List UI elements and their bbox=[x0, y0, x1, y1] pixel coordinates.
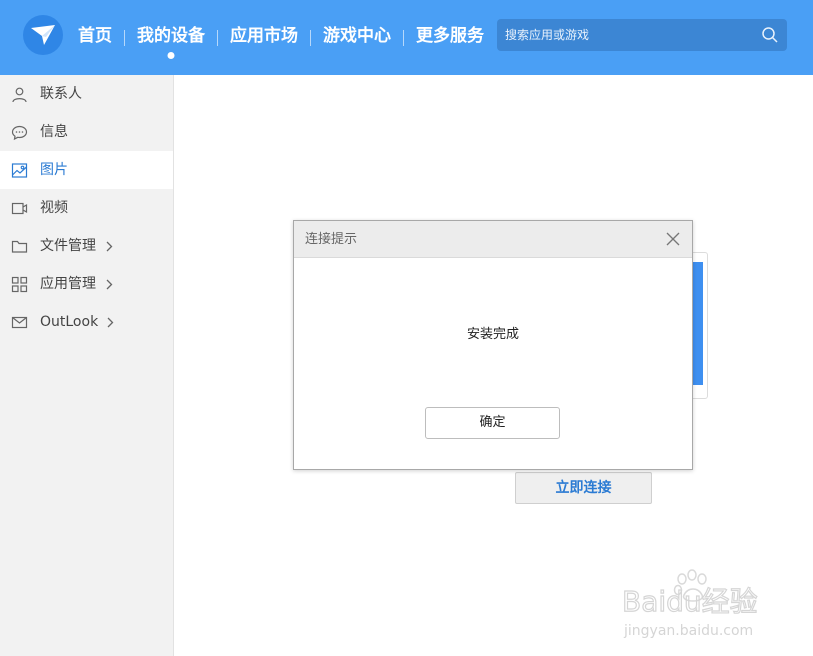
nav-game-center-label: 游戏中心 bbox=[323, 26, 391, 46]
sidebar-item-label: OutLook bbox=[40, 314, 99, 330]
nav-my-device[interactable]: 我的设备 bbox=[125, 0, 217, 75]
nav-app-market[interactable]: 应用市场 bbox=[218, 0, 310, 75]
chevron-right-icon bbox=[106, 279, 113, 290]
video-icon bbox=[11, 202, 28, 215]
connection-dialog: 连接提示 安装完成 确定 bbox=[293, 220, 693, 470]
search-icon[interactable] bbox=[761, 26, 779, 44]
nav-app-market-label: 应用市场 bbox=[230, 26, 298, 46]
active-nav-indicator bbox=[167, 52, 175, 59]
grid-icon bbox=[11, 276, 28, 293]
image-icon bbox=[11, 163, 28, 178]
sidebar-item-label: 视频 bbox=[40, 200, 68, 216]
dialog-header: 连接提示 bbox=[294, 221, 692, 258]
app-logo-icon[interactable] bbox=[22, 14, 64, 56]
message-bubble-icon bbox=[11, 125, 28, 141]
sidebar: 联系人 信息 图片 视频 文件管理 应用管理 OutLook bbox=[0, 75, 174, 656]
sidebar-item-label: 信息 bbox=[40, 124, 68, 140]
dialog-message: 安装完成 bbox=[466, 327, 519, 342]
sidebar-item-contacts[interactable]: 联系人 bbox=[0, 75, 173, 113]
sidebar-item-file-management[interactable]: 文件管理 bbox=[0, 227, 173, 265]
top-navigation-bar: 首页 我的设备 应用市场 游戏中心 更多服务 bbox=[0, 0, 813, 75]
sidebar-item-label: 联系人 bbox=[40, 86, 82, 102]
person-icon bbox=[12, 87, 27, 103]
baidu-jingyan-watermark: Baidu经验 jingyan.baidu.com bbox=[621, 569, 758, 639]
search-input[interactable] bbox=[497, 19, 747, 51]
connect-now-button[interactable]: 立即连接 bbox=[515, 472, 652, 504]
sidebar-item-pictures[interactable]: 图片 bbox=[0, 151, 173, 189]
nav-game-center[interactable]: 游戏中心 bbox=[311, 0, 403, 75]
watermark-url: jingyan.baidu.com bbox=[623, 623, 753, 639]
sidebar-item-videos[interactable]: 视频 bbox=[0, 189, 173, 227]
chevron-right-icon bbox=[107, 317, 114, 328]
mail-icon bbox=[11, 316, 28, 329]
nav-home[interactable]: 首页 bbox=[66, 0, 124, 75]
nav-more-services[interactable]: 更多服务 bbox=[404, 0, 496, 75]
chevron-right-icon bbox=[106, 241, 113, 252]
main-nav: 首页 我的设备 应用市场 游戏中心 更多服务 bbox=[66, 0, 496, 75]
search-box bbox=[497, 19, 787, 51]
dialog-title: 连接提示 bbox=[305, 232, 358, 247]
sidebar-item-outlook[interactable]: OutLook bbox=[0, 303, 173, 341]
nav-more-services-label: 更多服务 bbox=[416, 26, 484, 46]
sidebar-item-messages[interactable]: 信息 bbox=[0, 113, 173, 151]
sidebar-item-label: 图片 bbox=[40, 162, 68, 178]
sidebar-item-app-management[interactable]: 应用管理 bbox=[0, 265, 173, 303]
close-icon[interactable] bbox=[666, 232, 680, 246]
folder-icon bbox=[11, 240, 28, 253]
sidebar-item-label: 文件管理 bbox=[40, 238, 96, 254]
nav-my-device-label: 我的设备 bbox=[137, 26, 205, 46]
watermark-brand: Baidu经验 bbox=[622, 585, 758, 618]
nav-home-label: 首页 bbox=[78, 26, 112, 46]
sidebar-item-label: 应用管理 bbox=[40, 276, 96, 292]
ok-button[interactable]: 确定 bbox=[425, 407, 560, 439]
